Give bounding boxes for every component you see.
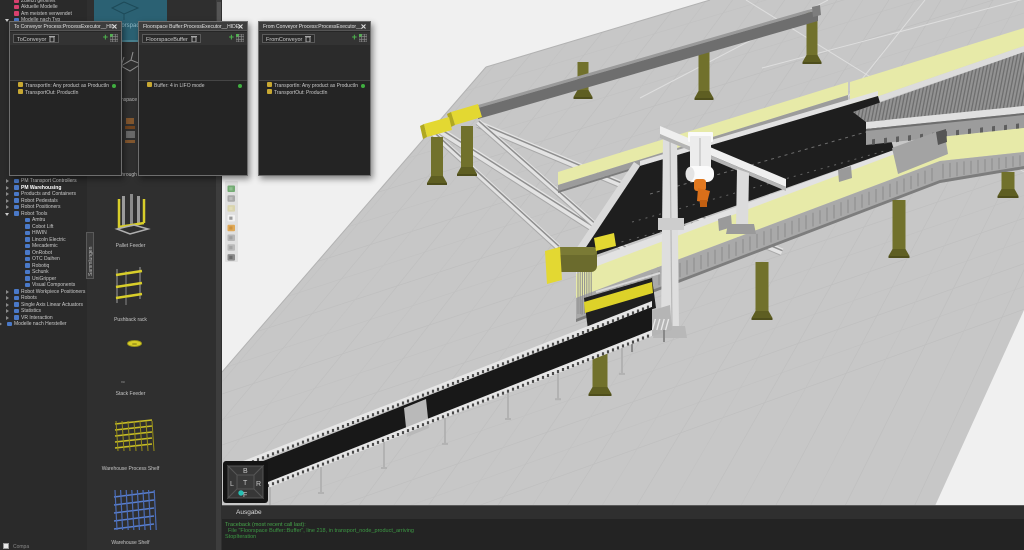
svg-text:B: B (243, 468, 248, 475)
svg-text:T: T (243, 480, 248, 487)
svg-text:R: R (256, 481, 261, 488)
svg-text:L: L (230, 481, 234, 488)
